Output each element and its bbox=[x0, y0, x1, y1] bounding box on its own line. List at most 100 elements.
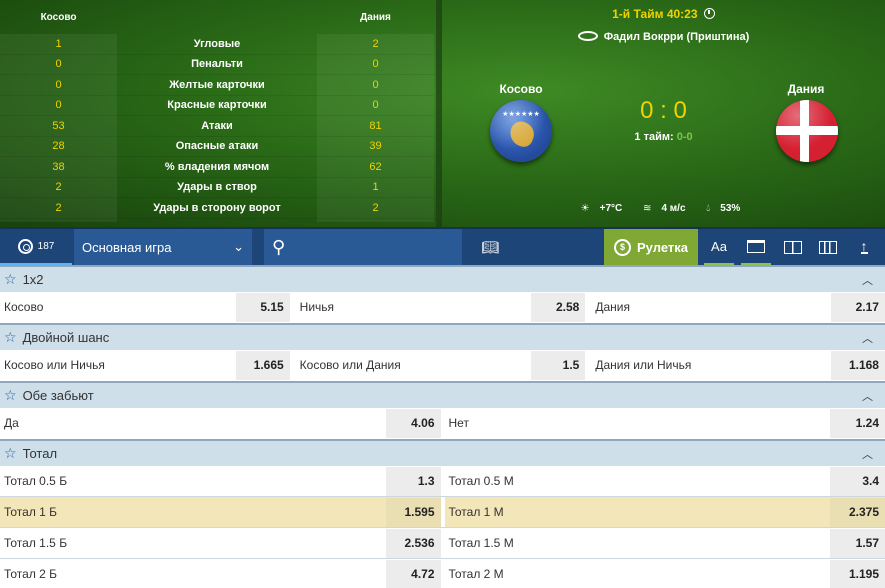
stat-value-home: 0 bbox=[55, 58, 62, 71]
stadium: Фадил Вокрри (Приштина) bbox=[442, 31, 885, 43]
outcome-name: Тотал 1.5 М bbox=[448, 536, 514, 550]
stat-label: Красные карточки bbox=[167, 99, 267, 112]
roulette-button[interactable]: $ Рулетка bbox=[604, 229, 698, 265]
market-header-both-score[interactable]: ☆ Обе забьют ︿ bbox=[0, 381, 885, 408]
bet-outcome-yes[interactable]: Да 4.06 bbox=[0, 408, 441, 438]
stat-value-home: 28 bbox=[52, 140, 65, 153]
bet-outcome-over[interactable]: Тотал 1.5 Б 2.536 bbox=[0, 528, 441, 558]
total-row: Тотал 2 Б 4.72 Тотал 2 М 1.195 bbox=[0, 559, 885, 588]
away-team-name: Дания bbox=[787, 82, 825, 96]
stat-row-red-cards: 0 Красные карточки 0 bbox=[0, 96, 434, 116]
bet-outcome-away[interactable]: Дания 2.17 bbox=[591, 292, 885, 322]
stat-label: % владения мячом bbox=[164, 160, 270, 173]
outcome-odd: 2.17 bbox=[830, 292, 885, 322]
bet-outcome-over[interactable]: Тотал 1 Б 1.595 bbox=[0, 497, 441, 527]
outcome-name: Дания или Ничья bbox=[595, 358, 692, 372]
outcome-name: Тотал 0.5 М bbox=[448, 474, 514, 488]
market-row: Да 4.06 Нет 1.24 bbox=[0, 408, 885, 439]
bet-outcome-over[interactable]: Тотал 2 Б 4.72 bbox=[0, 559, 441, 588]
three-column-icon bbox=[819, 240, 837, 254]
chevron-up-icon[interactable]: ︿ bbox=[862, 446, 873, 462]
outcome-odd: 3.4 bbox=[830, 466, 885, 496]
stat-value-home: 1 bbox=[55, 37, 62, 50]
bet-outcome-no[interactable]: Нет 1.24 bbox=[444, 408, 885, 438]
stat-value-away: 0 bbox=[372, 78, 379, 91]
one-column-icon bbox=[747, 239, 765, 253]
wind-speed: 4 м/с bbox=[661, 203, 686, 214]
market-header-total[interactable]: ☆ Тотал ︿ bbox=[0, 439, 885, 466]
search-icon: ⚲ bbox=[272, 236, 286, 257]
chevron-down-icon: ⌄ bbox=[233, 239, 244, 254]
target-icon bbox=[17, 238, 33, 254]
outcome-odd: 1.3 bbox=[385, 466, 441, 496]
layout-one-column-button[interactable] bbox=[741, 229, 771, 265]
stat-value-away: 1 bbox=[372, 181, 379, 194]
market-row: Косово 5.15 Ничья 2.58 Дания 2.17 bbox=[0, 292, 885, 323]
stat-label: Атаки bbox=[201, 119, 233, 132]
star-icon[interactable]: ☆ bbox=[4, 329, 17, 346]
bet-outcome-under[interactable]: Тотал 2 М 1.195 bbox=[444, 559, 885, 588]
bet-outcome-away-or-draw[interactable]: Дания или Ничья 1.168 bbox=[591, 350, 885, 380]
outcome-name: Косово bbox=[4, 300, 44, 314]
bet-outcome-draw[interactable]: Ничья 2.58 bbox=[295, 292, 590, 322]
outcome-odd: 4.72 bbox=[385, 559, 441, 588]
stat-value-home: 2 bbox=[55, 181, 62, 194]
match-header-panel: Косово Дания 1 Угловые 2 0 Пенальти 0 0 … bbox=[0, 0, 885, 227]
bet-outcome-over[interactable]: Тотал 0.5 Б 1.3 bbox=[0, 466, 441, 496]
star-icon[interactable]: ☆ bbox=[4, 271, 17, 288]
humidity-icon: 💧︎ bbox=[706, 203, 711, 214]
scroll-top-button[interactable]: ↑ bbox=[849, 229, 879, 265]
stat-label: Пенальти bbox=[191, 58, 243, 71]
outcome-odd: 1.57 bbox=[830, 528, 885, 558]
stats-table: Косово Дания 1 Угловые 2 0 Пенальти 0 0 … bbox=[0, 0, 436, 225]
outcome-odd: 2.536 bbox=[385, 528, 441, 558]
stadium-icon bbox=[577, 31, 598, 41]
outcome-name: Тотал 2 Б bbox=[4, 567, 58, 581]
half-label: 1 тайм: bbox=[634, 131, 674, 143]
total-row: Тотал 1.5 Б 2.536 Тотал 1.5 М 1.57 bbox=[0, 528, 885, 559]
stat-row-shots-on-target: 2 Удары в створ 1 bbox=[0, 178, 434, 198]
stat-label: Удары в сторону ворот bbox=[153, 201, 281, 214]
outcome-odd: 1.24 bbox=[830, 408, 885, 438]
match-info: 1-й Тайм 40:23 Фадил Вокрри (Приштина) К… bbox=[442, 0, 885, 227]
search-input[interactable]: ⚲ bbox=[264, 229, 462, 265]
home-team-name: Косово bbox=[499, 82, 543, 96]
market-header-1x2[interactable]: ☆ 1x2 ︿ bbox=[0, 265, 885, 292]
period-label: 1-й Тайм bbox=[612, 7, 664, 21]
layout-two-column-button[interactable] bbox=[778, 229, 808, 265]
markets-count-button[interactable]: 187 bbox=[0, 229, 72, 265]
chevron-up-icon[interactable]: ︿ bbox=[862, 388, 873, 404]
market-header-double-chance[interactable]: ☆ Двойной шанс ︿ bbox=[0, 323, 885, 350]
stadium-name: Фадил Вокрри (Приштина) bbox=[603, 31, 750, 43]
stat-row-corners: 1 Угловые 2 bbox=[0, 34, 434, 55]
outcome-name: Косово или Ничья bbox=[4, 358, 105, 372]
bet-outcome-under[interactable]: Тотал 0.5 М 3.4 bbox=[444, 466, 885, 496]
outcome-odd: 1.195 bbox=[830, 559, 885, 588]
chevron-up-icon[interactable]: ︿ bbox=[862, 330, 873, 346]
stat-value-away: 0 bbox=[372, 58, 379, 71]
star-icon[interactable]: ☆ bbox=[4, 445, 17, 462]
stat-value-home: 0 bbox=[55, 78, 62, 91]
outcome-name: Ничья bbox=[299, 300, 335, 314]
stat-value-away: 81 bbox=[369, 119, 382, 132]
font-size-button[interactable]: Aa bbox=[704, 229, 734, 265]
outcome-odd: 5.15 bbox=[235, 292, 290, 322]
markets-count: 187 bbox=[37, 240, 55, 252]
market-group-select[interactable]: Основная игра ⌄ bbox=[74, 229, 252, 265]
font-size-label: Aa bbox=[711, 238, 727, 254]
layout-three-column-button[interactable] bbox=[813, 229, 843, 265]
stat-row-shots-toward-goal: 2 Удары в сторону ворот 2 bbox=[0, 198, 434, 219]
bet-outcome-home-or-away[interactable]: Косово или Дания 1.5 bbox=[295, 350, 590, 380]
book-icon[interactable]: 📖︎ bbox=[475, 229, 505, 265]
chevron-up-icon[interactable]: ︿ bbox=[862, 272, 873, 288]
bet-outcome-home-or-draw[interactable]: Косово или Ничья 1.665 bbox=[0, 350, 294, 380]
bet-outcome-under[interactable]: Тотал 1.5 М 1.57 bbox=[444, 528, 885, 558]
market-title: Обе забьют bbox=[22, 388, 94, 403]
bet-outcome-under[interactable]: Тотал 1 М 2.375 bbox=[444, 497, 885, 527]
star-icon[interactable]: ☆ bbox=[4, 387, 17, 404]
match-time: 40:23 bbox=[666, 7, 698, 21]
outcome-odd: 4.06 bbox=[385, 408, 441, 438]
stat-value-home: 53 bbox=[52, 119, 65, 132]
bet-outcome-home[interactable]: Косово 5.15 bbox=[0, 292, 294, 322]
outcome-name: Тотал 0.5 Б bbox=[4, 474, 68, 488]
